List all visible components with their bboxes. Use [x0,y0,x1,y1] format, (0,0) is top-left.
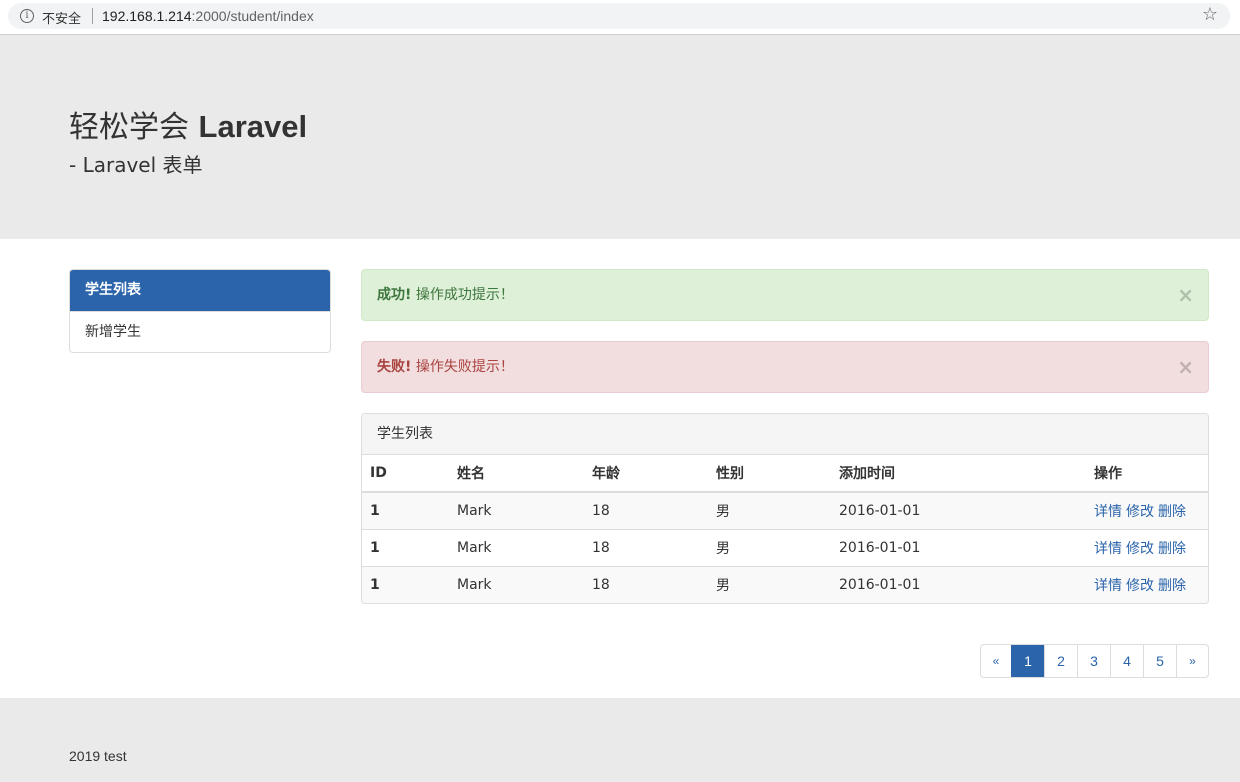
close-icon[interactable]: × [1177,270,1194,320]
address-separator [92,8,93,24]
security-label[interactable]: 不安全 [42,8,81,27]
danger-alert-strong: 失败! [377,359,412,375]
pagination-page-1[interactable]: 1 [1011,645,1044,677]
column-header-id: ID [362,455,449,493]
cell-sex: 男 [708,491,831,529]
detail-link[interactable]: 详情 [1094,541,1122,557]
url-host: 192.168.1.214 [102,8,192,24]
table-header-row: ID 姓名 年龄 性别 添加时间 操作 [362,455,1208,493]
browser-address-bar: i 不安全 192.168.1.214:2000/student/index ☆ [0,0,1240,35]
page-title: 轻松学会 Laravel [69,102,307,146]
sidebar-item-add-student[interactable]: 新增学生 [70,311,330,352]
cell-created: 2016-01-01 [831,528,1086,566]
edit-link[interactable]: 修改 [1126,541,1154,557]
page-subtitle: - Laravel 表单 [69,153,203,177]
sidebar-item-student-list[interactable]: 学生列表 [70,270,330,311]
url-path: :2000/student/index [191,8,314,24]
cell-actions: 详情 修改 删除 [1086,565,1208,603]
cell-age: 18 [584,528,708,566]
cell-sex: 男 [708,565,831,603]
sidebar-list-group: 学生列表 新增学生 [69,269,331,353]
edit-link[interactable]: 修改 [1126,504,1154,520]
title-bold: Laravel [198,109,308,144]
panel-heading: 学生列表 [362,414,1208,455]
pagination-next[interactable]: » [1176,645,1208,677]
cell-created: 2016-01-01 [831,565,1086,603]
column-header-created: 添加时间 [831,455,1086,493]
jumbotron: 轻松学会 Laravel - Laravel 表单 [0,35,1240,239]
student-list-panel: 学生列表 ID 姓名 年龄 性别 添加时间 操作 1 Mark 18 男 201… [361,413,1209,604]
delete-link[interactable]: 删除 [1158,541,1186,557]
danger-alert: 失败! 操作失败提示！ × [361,341,1209,393]
footer: 2019 test [0,698,1240,782]
cell-age: 18 [584,491,708,529]
table-row: 1 Mark 18 男 2016-01-01 详情 修改 删除 [362,491,1208,529]
pagination-page-2[interactable]: 2 [1044,645,1077,677]
table-row: 1 Mark 18 男 2016-01-01 详情 修改 删除 [362,528,1208,566]
delete-link[interactable]: 删除 [1158,504,1186,520]
cell-id: 1 [362,565,449,603]
bookmark-star-icon[interactable]: ☆ [1202,4,1218,25]
pagination: « 1 2 3 4 5 » [980,644,1209,678]
cell-actions: 详情 修改 删除 [1086,528,1208,566]
cell-actions: 详情 修改 删除 [1086,491,1208,529]
close-icon[interactable]: × [1177,342,1194,392]
cell-age: 18 [584,565,708,603]
footer-text: 2019 test [69,748,127,764]
student-table: ID 姓名 年龄 性别 添加时间 操作 1 Mark 18 男 2016-01-… [362,455,1208,603]
column-header-actions: 操作 [1086,455,1208,493]
cell-sex: 男 [708,528,831,566]
table-row: 1 Mark 18 男 2016-01-01 详情 修改 删除 [362,565,1208,603]
success-alert-text: 操作成功提示！ [411,287,514,303]
column-header-age: 年龄 [584,455,708,493]
danger-alert-text: 操作失败提示！ [411,359,514,375]
url-text[interactable]: 192.168.1.214:2000/student/index [102,8,314,24]
success-alert: 成功! 操作成功提示！ × [361,269,1209,321]
info-icon[interactable]: i [20,9,34,23]
detail-link[interactable]: 详情 [1094,504,1122,520]
detail-link[interactable]: 详情 [1094,578,1122,594]
cell-name: Mark [449,528,584,566]
pagination-page-5[interactable]: 5 [1143,645,1176,677]
pagination-page-4[interactable]: 4 [1110,645,1143,677]
omnibox[interactable]: i 不安全 192.168.1.214:2000/student/index ☆ [8,3,1230,29]
cell-name: Mark [449,491,584,529]
column-header-name: 姓名 [449,455,584,493]
pagination-prev[interactable]: « [981,645,1011,677]
column-header-sex: 性别 [708,455,831,493]
cell-id: 1 [362,528,449,566]
cell-name: Mark [449,565,584,603]
cell-id: 1 [362,491,449,529]
cell-created: 2016-01-01 [831,491,1086,529]
pagination-page-3[interactable]: 3 [1077,645,1110,677]
success-alert-strong: 成功! [377,287,412,303]
title-prefix: 轻松学会 [69,110,199,145]
delete-link[interactable]: 删除 [1158,578,1186,594]
edit-link[interactable]: 修改 [1126,578,1154,594]
